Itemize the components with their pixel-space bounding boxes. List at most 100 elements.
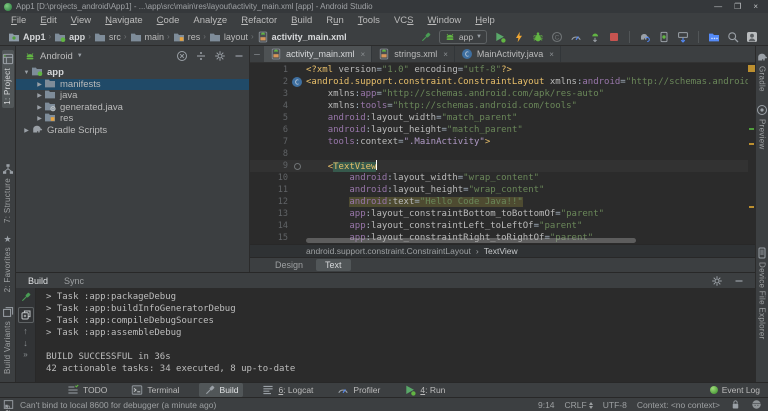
- lock-icon[interactable]: [730, 399, 741, 410]
- hide-icon[interactable]: [233, 50, 245, 62]
- editor-tab-strings-xml[interactable]: strings.xml ×: [372, 46, 455, 62]
- attach-debugger-button[interactable]: [589, 31, 601, 43]
- menu-view[interactable]: View: [64, 13, 98, 28]
- close-tab-icon[interactable]: ×: [443, 50, 448, 59]
- breadcrumb-res[interactable]: res: [173, 31, 200, 43]
- code-line[interactable]: 2 C <android.support.constraint.Constraint…: [250, 76, 748, 88]
- arrow-up-icon[interactable]: ↑: [23, 327, 28, 336]
- menu-navigate[interactable]: Navigate: [98, 13, 150, 28]
- chevrons-icon[interactable]: »: [23, 351, 27, 359]
- fold-marker-icon[interactable]: [293, 162, 301, 170]
- close-tab-icon[interactable]: ×: [361, 50, 366, 59]
- menu-run[interactable]: Run: [319, 13, 350, 28]
- tool-window-button-2-favorites[interactable]: ★ 2: Favorites: [3, 232, 12, 295]
- code-line[interactable]: 14 app:layout_constraintLeft_toLeftOf="p…: [250, 220, 748, 232]
- gradle-sync-button[interactable]: [639, 31, 651, 43]
- bolt-button[interactable]: [513, 31, 525, 43]
- code-line[interactable]: 6 android:layout_height="match_parent": [250, 124, 748, 136]
- status-message[interactable]: Can't bind to local 8600 for debugger (a…: [20, 400, 532, 410]
- coverage-button[interactable]: C: [551, 31, 563, 43]
- layers-icon[interactable]: [17, 307, 34, 323]
- menu-file[interactable]: File: [4, 13, 33, 28]
- stripe-mark-yellow[interactable]: [749, 205, 754, 208]
- code-line[interactable]: 12 android:text="Hello Code Java!!": [250, 196, 748, 208]
- breadcrumb-src[interactable]: src: [94, 31, 121, 43]
- tool-window-button-preview[interactable]: Preview: [756, 101, 768, 153]
- breadcrumb-app1[interactable]: App1: [8, 31, 46, 43]
- tool-window-button-gradle[interactable]: Gradle: [756, 48, 768, 95]
- encoding-selector[interactable]: UTF-8: [603, 400, 627, 410]
- toolwindow-button-terminal[interactable]: Terminal: [126, 383, 184, 397]
- project-structure-button[interactable]: [708, 31, 720, 43]
- code-line[interactable]: 8: [250, 148, 748, 160]
- build-tab-sync[interactable]: Sync: [64, 276, 84, 286]
- hammer-green-icon[interactable]: [20, 291, 32, 303]
- toolwindow-button-build[interactable]: Build: [198, 383, 244, 397]
- editor-tab-activity-main-xml[interactable]: activity_main.xml ×: [264, 46, 373, 62]
- code-line[interactable]: 5 android:layout_width="match_parent": [250, 112, 748, 124]
- build-project-button[interactable]: [420, 31, 432, 43]
- run-configuration-select[interactable]: app ▼: [438, 29, 487, 44]
- collapse-all-icon[interactable]: [176, 50, 188, 62]
- code-line[interactable]: 4 xmlns:tools="http://schemas.android.co…: [250, 100, 748, 112]
- run-button[interactable]: [494, 31, 506, 43]
- xml-breadcrumb-item[interactable]: TextView: [484, 246, 518, 256]
- search-everywhere-button[interactable]: [727, 31, 739, 43]
- stripe-mark-green[interactable]: [749, 128, 754, 131]
- menu-refactor[interactable]: Refactor: [234, 13, 284, 28]
- inspections-profile-icon[interactable]: [751, 399, 762, 410]
- gear-icon[interactable]: [214, 50, 226, 62]
- expand-arrow-icon[interactable]: ▼: [22, 70, 31, 76]
- horizontal-scrollbar[interactable]: [306, 238, 636, 243]
- avd-manager-button[interactable]: [658, 31, 670, 43]
- inspection-indicator[interactable]: [748, 65, 755, 72]
- tool-window-button-7-structure[interactable]: 7: Structure: [2, 160, 14, 226]
- collapse-arrow-icon[interactable]: ▶: [35, 115, 44, 122]
- split-icon[interactable]: [195, 50, 207, 62]
- build-tab-build[interactable]: Build: [28, 276, 48, 286]
- tree-item-res[interactable]: ▶ res: [16, 113, 249, 125]
- code-line[interactable]: 3 xmlns:app="http://schemas.android.com/…: [250, 88, 748, 100]
- menu-window[interactable]: Window: [420, 13, 468, 28]
- editor-tab-mainactivity-java[interactable]: C MainActivity.java ×: [455, 46, 561, 62]
- menu-vcs[interactable]: VCS: [387, 13, 421, 28]
- tool-window-button-build-variants[interactable]: Build Variants: [2, 303, 14, 377]
- sdk-manager-button[interactable]: [677, 31, 689, 43]
- toolwindow-button-profiler[interactable]: Profiler: [332, 383, 385, 397]
- profiler-button[interactable]: [570, 31, 582, 43]
- tool-window-button-1-project[interactable]: 1: Project: [1, 50, 14, 108]
- menu-edit[interactable]: Edit: [33, 13, 63, 28]
- menu-analyze[interactable]: Analyze: [186, 13, 234, 28]
- collapse-arrow-icon[interactable]: ▶: [22, 127, 31, 134]
- stripe-mark-yellow[interactable]: [749, 142, 754, 145]
- caret-position[interactable]: 9:14: [538, 400, 555, 410]
- menu-help[interactable]: Help: [468, 13, 502, 28]
- code-line[interactable]: 7 tools:context=".MainActivity">: [250, 136, 748, 148]
- collapse-arrow-icon[interactable]: ▶: [35, 92, 44, 99]
- toolwindow-button-todo[interactable]: TODO: [62, 383, 112, 397]
- tool-window-button-device-file-explorer[interactable]: Device File Explorer: [756, 244, 768, 343]
- code-line[interactable]: 9 <TextView: [250, 160, 748, 172]
- code-line[interactable]: 13 app:layout_constraintBottom_toBottomO…: [250, 208, 748, 220]
- menu-code[interactable]: Code: [150, 13, 187, 28]
- collapse-arrow-icon[interactable]: ▶: [35, 104, 44, 111]
- project-view-selector[interactable]: Android: [40, 51, 73, 62]
- close-tab-icon[interactable]: ×: [549, 50, 554, 59]
- mode-tab-design[interactable]: Design: [266, 259, 312, 271]
- code-line[interactable]: 10 android:layout_width="wrap_content": [250, 172, 748, 184]
- gear-icon[interactable]: [711, 275, 723, 287]
- line-separator-selector[interactable]: CRLF: [565, 400, 593, 410]
- mode-tab-text[interactable]: Text: [316, 259, 351, 271]
- breadcrumb-layout[interactable]: layout: [209, 31, 248, 43]
- code-line[interactable]: 1 <?xml version="1.0" encoding="utf-8"?>: [250, 64, 748, 76]
- breadcrumb-activity-main-xml[interactable]: activity_main.xml: [257, 31, 347, 43]
- toolwindow-button-6-logcat[interactable]: 6: Logcat: [257, 383, 318, 397]
- arrow-down-icon[interactable]: ↓: [23, 339, 28, 348]
- xml-breadcrumb-item[interactable]: android.support.constraint.ConstraintLay…: [306, 246, 471, 256]
- breadcrumb-main[interactable]: main: [130, 31, 164, 43]
- stop-button[interactable]: [608, 31, 620, 43]
- event-log-button[interactable]: Event Log: [709, 385, 760, 395]
- code-editor[interactable]: 1 <?xml version="1.0" encoding="utf-8"?> 2…: [250, 63, 755, 244]
- collapse-arrow-icon[interactable]: ▶: [35, 81, 44, 88]
- menu-build[interactable]: Build: [284, 13, 319, 28]
